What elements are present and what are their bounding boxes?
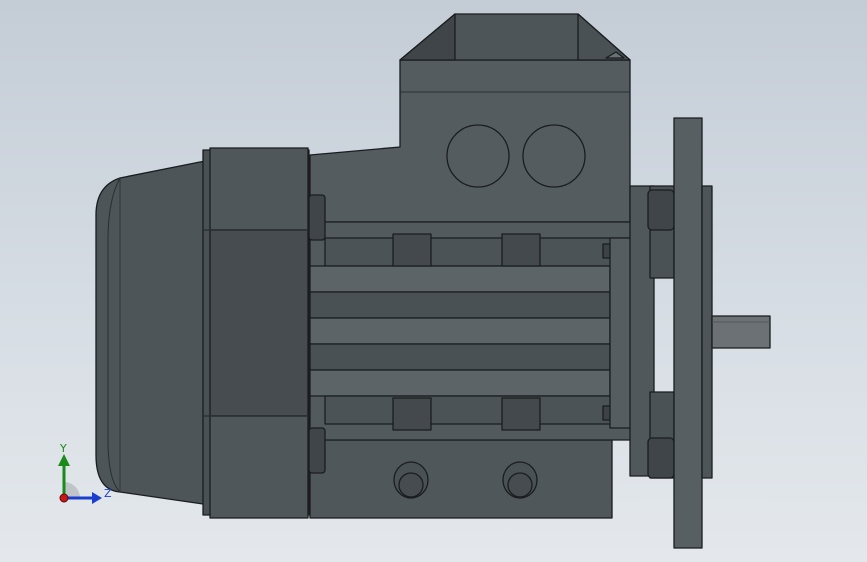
end-shield[interactable] bbox=[202, 147, 326, 519]
y-axis-label: Y bbox=[59, 442, 67, 455]
terminal-box[interactable] bbox=[309, 13, 631, 223]
coordinate-triad: Y Z bbox=[50, 438, 120, 510]
origin-dot bbox=[59, 493, 69, 503]
stator-housing[interactable] bbox=[309, 221, 651, 441]
motor-model[interactable] bbox=[0, 0, 867, 562]
z-axis-label: Z bbox=[104, 487, 112, 500]
mounting-foot[interactable] bbox=[309, 439, 613, 519]
flange[interactable] bbox=[629, 117, 713, 549]
cad-viewport[interactable]: Y Z bbox=[0, 0, 867, 562]
output-shaft[interactable] bbox=[711, 315, 771, 349]
